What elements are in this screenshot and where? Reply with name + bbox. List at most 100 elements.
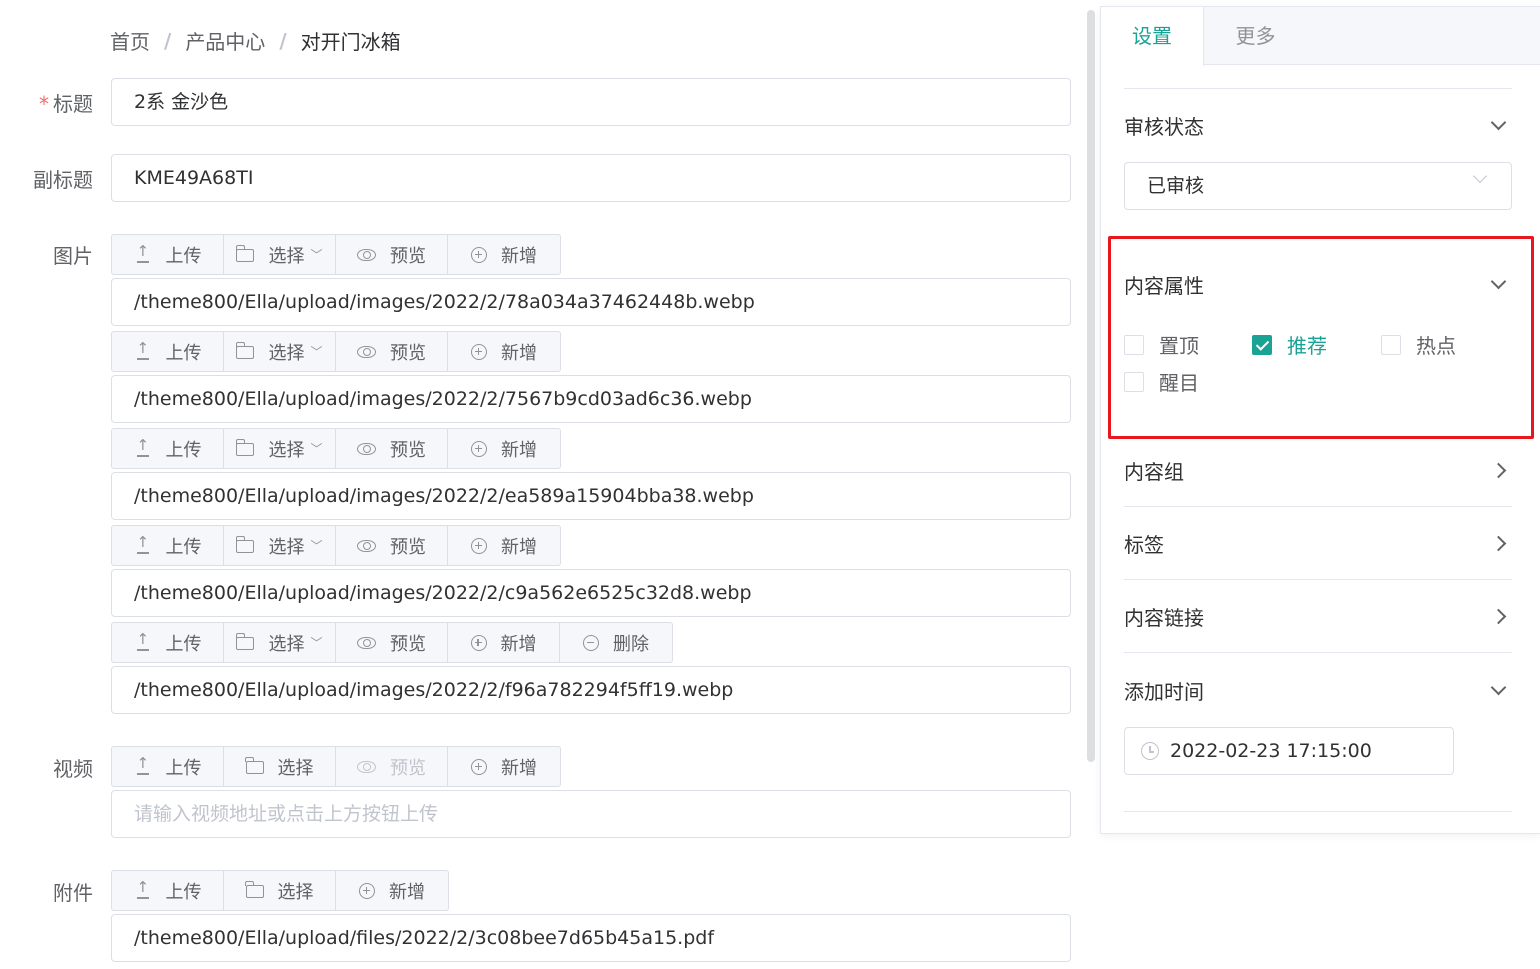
- content-group-title: 内容组: [1124, 459, 1184, 484]
- upload-button[interactable]: 上传: [112, 332, 224, 371]
- title-input[interactable]: 2系 金沙色: [111, 78, 1071, 126]
- content-link-header[interactable]: 内容链接: [1124, 601, 1512, 631]
- select-label: 选择: [268, 633, 305, 655]
- add-button[interactable]: 新增: [448, 526, 560, 565]
- delete-button[interactable]: 删除: [560, 623, 672, 662]
- title-label-text: 标题: [53, 92, 93, 116]
- add-label: 新增: [501, 342, 537, 364]
- select-button[interactable]: 选择 ﹀: [224, 623, 336, 662]
- divider: [1124, 506, 1512, 507]
- select-button[interactable]: 选择: [224, 747, 336, 786]
- select-button[interactable]: 选择 ﹀: [224, 526, 336, 565]
- select-label: 选择: [268, 536, 305, 558]
- upload-button[interactable]: 上传: [112, 429, 224, 468]
- minus-circle-icon: [583, 634, 599, 651]
- preview-button[interactable]: 预览: [336, 332, 448, 371]
- select-button[interactable]: 选择: [224, 871, 336, 910]
- chevron-right-icon: [1490, 608, 1507, 624]
- select-button[interactable]: 选择 ﹀: [224, 235, 336, 274]
- tab-more[interactable]: 更多: [1204, 7, 1307, 65]
- delete-label: 删除: [613, 633, 649, 655]
- video-url-input[interactable]: 请输入视频地址或点击上方按钮上传: [111, 790, 1071, 838]
- eye-icon: [357, 248, 376, 261]
- folder-icon: [244, 881, 264, 898]
- checkbox-label: 推荐: [1287, 334, 1327, 358]
- image-path-input[interactable]: /theme800/Ella/upload/images/2022/2/ea58…: [111, 472, 1071, 520]
- eye-icon: [357, 760, 376, 773]
- upload-label: 上传: [165, 536, 202, 558]
- add-time-section: 添加时间: [1124, 675, 1512, 705]
- add-button[interactable]: 新增: [448, 623, 560, 662]
- image-path-input[interactable]: /theme800/Ella/upload/images/2022/2/78a0…: [111, 278, 1071, 326]
- add-label: 新增: [501, 439, 537, 461]
- add-time-header[interactable]: 添加时间: [1124, 675, 1512, 705]
- title-label: * 标题: [0, 88, 93, 117]
- add-time-picker[interactable]: 2022-02-23 17:15:00: [1124, 727, 1454, 775]
- upload-button[interactable]: 上传: [112, 747, 224, 786]
- upload-button[interactable]: 上传: [112, 871, 224, 910]
- tags-header[interactable]: 标签: [1124, 528, 1512, 558]
- settings-panel: 设置 更多 审核状态 已审核 内容属性 置顶 推荐 热点 醒目 内容组 标签 内…: [1100, 6, 1540, 834]
- image-path-input[interactable]: /theme800/Ella/upload/images/2022/2/7567…: [111, 375, 1071, 423]
- upload-label: 上传: [165, 881, 202, 903]
- folder-icon: [244, 757, 264, 774]
- scrollbar[interactable]: [1087, 10, 1095, 762]
- preview-button[interactable]: 预览: [336, 526, 448, 565]
- attachment-path-input[interactable]: /theme800/Ella/upload/files/2022/2/3c08b…: [111, 914, 1071, 962]
- add-button[interactable]: 新增: [448, 747, 560, 786]
- subtitle-input[interactable]: KME49A68TI: [111, 154, 1071, 202]
- add-button[interactable]: 新增: [336, 871, 448, 910]
- preview-button[interactable]: 预览: [336, 235, 448, 274]
- image-path-input[interactable]: /theme800/Ella/upload/images/2022/2/f96a…: [111, 666, 1071, 714]
- upload-label: 上传: [165, 342, 202, 364]
- chevron-down-icon: [1490, 679, 1507, 695]
- divider: [1124, 88, 1512, 89]
- select-button[interactable]: 选择 ﹀: [224, 429, 336, 468]
- content-attr-header[interactable]: 内容属性: [1124, 269, 1512, 299]
- checkbox-pin-top[interactable]: 置顶: [1124, 330, 1199, 359]
- preview-button[interactable]: 预览: [336, 623, 448, 662]
- folder-icon: [235, 439, 255, 456]
- checkbox-box: [1124, 371, 1144, 392]
- folder-icon: [235, 342, 255, 359]
- image-path-input[interactable]: /theme800/Ella/upload/images/2022/2/c9a5…: [111, 569, 1071, 617]
- upload-button[interactable]: 上传: [112, 235, 224, 274]
- upload-button[interactable]: 上传: [112, 623, 224, 662]
- chevron-down-icon: ﹀: [310, 539, 323, 553]
- checkbox-eye-catching[interactable]: 醒目: [1124, 367, 1199, 396]
- checkbox-box: [1124, 334, 1144, 355]
- eye-icon: [357, 539, 376, 552]
- image-toolbar: 上传 选择 ﹀ 预览 新增: [111, 525, 561, 566]
- image-toolbar: 上传 选择 ﹀ 预览 新增: [111, 234, 561, 275]
- chevron-down-icon: [1490, 114, 1507, 130]
- add-button[interactable]: 新增: [448, 235, 560, 274]
- breadcrumb-home[interactable]: 首页: [110, 26, 150, 55]
- checkbox-hot[interactable]: 热点: [1381, 330, 1456, 359]
- folder-icon: [235, 536, 255, 553]
- add-button[interactable]: 新增: [448, 429, 560, 468]
- select-label: 选择: [277, 881, 314, 903]
- eye-icon: [357, 636, 376, 649]
- plus-circle-icon: [471, 537, 487, 554]
- preview-label: 预览: [390, 633, 426, 655]
- tab-settings[interactable]: 设置: [1101, 7, 1204, 66]
- content-group-header[interactable]: 内容组: [1124, 455, 1512, 485]
- breadcrumb-separator: /: [279, 28, 287, 53]
- chevron-down-icon: ﹀: [310, 248, 323, 262]
- review-status-select[interactable]: 已审核: [1124, 162, 1512, 210]
- breadcrumb-product-center[interactable]: 产品中心: [185, 26, 265, 55]
- select-button[interactable]: 选择 ﹀: [224, 332, 336, 371]
- add-label: 新增: [500, 633, 537, 655]
- upload-icon: [134, 754, 152, 776]
- add-button[interactable]: 新增: [448, 332, 560, 371]
- select-label: 选择: [268, 245, 305, 267]
- preview-button[interactable]: 预览: [336, 429, 448, 468]
- upload-button[interactable]: 上传: [112, 526, 224, 565]
- checkbox-box: [1381, 334, 1401, 355]
- checkbox-recommend[interactable]: 推荐: [1252, 330, 1327, 359]
- checkbox-label: 醒目: [1159, 371, 1199, 395]
- preview-button[interactable]: 预览: [336, 747, 448, 786]
- review-status-header[interactable]: 审核状态: [1124, 110, 1512, 140]
- checkbox-label: 置顶: [1159, 334, 1199, 358]
- upload-icon: [134, 339, 152, 361]
